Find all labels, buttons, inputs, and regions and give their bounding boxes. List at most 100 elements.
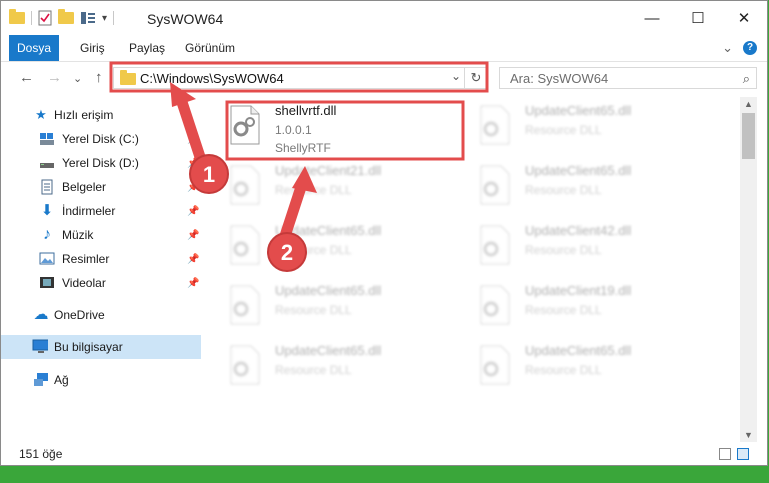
- file-name: UpdateClient19.dll: [525, 283, 632, 298]
- file-version: 1.0.0.1: [275, 123, 312, 137]
- sidebar-item-label: Müzik: [62, 228, 94, 242]
- item-count: 151 öğe: [19, 447, 63, 461]
- back-arrow-icon[interactable]: ←: [19, 69, 34, 86]
- file-tile[interactable]: UpdateClient65.dll Resource DLL: [457, 99, 697, 153]
- dll-file-icon: [230, 345, 260, 385]
- sidebar-item-label: Yerel Disk (C:): [62, 132, 139, 146]
- search-icon: ⌕: [742, 71, 750, 86]
- drive-icon: [40, 133, 54, 145]
- customize-view-icon[interactable]: [80, 11, 96, 25]
- sidebar-item-documents[interactable]: Belgeler 📌: [1, 175, 201, 199]
- file-name: UpdateClient65.dll: [275, 223, 382, 238]
- sidebar-item-label: OneDrive: [54, 308, 105, 322]
- folder-icon: [120, 70, 136, 85]
- file-description: Resource DLL: [525, 303, 602, 317]
- download-icon: ⬇: [40, 202, 54, 219]
- file-name: shellvrtf.dll: [275, 103, 337, 118]
- documents-icon: [41, 179, 53, 195]
- sidebar-item-pictures[interactable]: Resimler 📌: [1, 247, 201, 271]
- pin-icon: 📌: [187, 253, 200, 265]
- scroll-down-icon[interactable]: ▼: [740, 430, 757, 440]
- file-description: Resource DLL: [525, 123, 602, 137]
- sidebar-item-label: Yerel Disk (D:): [62, 156, 139, 170]
- pin-icon: 📌: [187, 181, 200, 193]
- file-list: shellvrtf.dll 1.0.0.1 ShellyRTF UpdateCl…: [207, 97, 739, 442]
- sidebar-item-this-pc[interactable]: Bu bilgisayar: [1, 335, 201, 359]
- file-name: UpdateClient65.dll: [525, 103, 632, 118]
- file-tile[interactable]: UpdateClient65.dll Resource DLL: [207, 279, 447, 333]
- ribbon-expand-icon[interactable]: ⌄: [722, 40, 733, 56]
- details-view-icon[interactable]: [719, 448, 731, 460]
- file-tile[interactable]: shellvrtf.dll 1.0.0.1 ShellyRTF: [207, 99, 447, 155]
- file-name: UpdateClient21.dll: [275, 163, 382, 178]
- title-bar: ▾ SysWOW64 — ☐ ✕: [1, 1, 767, 35]
- sidebar-item-disk-d[interactable]: Yerel Disk (D:) 📌: [1, 151, 201, 175]
- tab-home[interactable]: Giriş: [80, 35, 105, 61]
- music-icon: ♪: [43, 226, 51, 243]
- sidebar-item-downloads[interactable]: ⬇ İndirmeler 📌: [1, 199, 201, 223]
- sidebar-item-disk-c[interactable]: Yerel Disk (C:) 📌: [1, 127, 201, 151]
- drive-icon: [40, 163, 54, 168]
- sidebar-item-videos[interactable]: Videolar 📌: [1, 271, 201, 295]
- tab-view[interactable]: Görünüm: [185, 35, 235, 61]
- dll-file-icon: [230, 225, 260, 265]
- sidebar-item-onedrive[interactable]: ☁ OneDrive: [1, 303, 201, 327]
- dll-file-icon: [230, 165, 260, 205]
- tiles-view-icon[interactable]: [737, 448, 749, 460]
- star-icon: ★: [35, 107, 47, 122]
- file-tile[interactable]: UpdateClient65.dll Resource DLL: [207, 339, 447, 393]
- file-description: ShellyRTF: [275, 141, 331, 155]
- file-tile[interactable]: UpdateClient65.dll Resource DLL: [457, 339, 697, 393]
- status-bar: 151 öğe: [1, 444, 767, 465]
- refresh-icon[interactable]: ↻: [464, 68, 487, 88]
- properties-icon[interactable]: [38, 10, 52, 26]
- recent-locations-icon[interactable]: ⌄: [73, 72, 82, 85]
- explorer-window: ▾ SysWOW64 — ☐ ✕ Dosya Giriş Paylaş Görü…: [0, 0, 768, 466]
- file-name: UpdateClient65.dll: [525, 343, 632, 358]
- up-arrow-icon[interactable]: ↑: [95, 69, 103, 86]
- sidebar-item-quick-access[interactable]: ★ Hızlı erişim: [1, 103, 201, 127]
- file-tile[interactable]: UpdateClient42.dll Resource DLL: [457, 219, 697, 273]
- pin-icon: 📌: [187, 229, 200, 241]
- tab-share[interactable]: Paylaş: [129, 35, 165, 61]
- file-name: UpdateClient42.dll: [525, 223, 632, 238]
- file-description: Resource DLL: [275, 363, 352, 377]
- vertical-scrollbar[interactable]: ▲ ▼: [740, 97, 757, 442]
- sidebar-item-network[interactable]: Ağ: [1, 368, 201, 392]
- close-button[interactable]: ✕: [721, 1, 767, 35]
- scrollbar-thumb[interactable]: [742, 113, 755, 159]
- tab-file[interactable]: Dosya: [9, 35, 59, 61]
- sidebar-item-music[interactable]: ♪ Müzik 📌: [1, 223, 201, 247]
- address-dropdown-icon[interactable]: ⌄: [451, 69, 461, 83]
- dll-file-icon: [480, 225, 510, 265]
- qat-dropdown-icon[interactable]: ▾: [102, 13, 107, 24]
- address-bar[interactable]: C:\Windows\SysWOW64 ⌄ ↻: [113, 67, 488, 89]
- pictures-icon: [39, 252, 55, 265]
- pin-icon: 📌: [187, 205, 200, 217]
- file-tile[interactable]: UpdateClient65.dll Resource DLL: [457, 159, 697, 213]
- help-icon[interactable]: ?: [743, 41, 757, 55]
- search-input[interactable]: Ara: SysWOW64 ⌕: [499, 67, 757, 89]
- sidebar-item-label: Resimler: [62, 252, 110, 266]
- window-title: SysWOW64: [147, 11, 224, 27]
- file-name: UpdateClient65.dll: [525, 163, 632, 178]
- file-description: Resource DLL: [525, 363, 602, 377]
- sidebar-item-label: Videolar: [62, 276, 106, 290]
- file-description: Resource DLL: [275, 183, 352, 197]
- maximize-button[interactable]: ☐: [675, 1, 721, 35]
- minimize-button[interactable]: —: [629, 1, 675, 35]
- network-icon: [34, 373, 48, 386]
- sidebar-item-label: Belgeler: [62, 180, 107, 194]
- dll-file-icon: [230, 285, 260, 325]
- computer-icon: [32, 339, 48, 353]
- navigation-pane: ★ Hızlı erişim Yerel Disk (C:) 📌 Yerel D…: [1, 101, 205, 436]
- file-tile[interactable]: UpdateClient21.dll Resource DLL: [207, 159, 447, 213]
- new-folder-icon[interactable]: [58, 9, 74, 24]
- file-description: Resource DLL: [525, 243, 602, 257]
- forward-arrow-icon[interactable]: →: [47, 69, 62, 86]
- sidebar-item-label: Ağ: [54, 373, 69, 387]
- file-tile[interactable]: UpdateClient19.dll Resource DLL: [457, 279, 697, 333]
- file-description: Resource DLL: [525, 183, 602, 197]
- file-tile[interactable]: UpdateClient65.dll Resource DLL: [207, 219, 447, 273]
- scroll-up-icon[interactable]: ▲: [740, 99, 757, 109]
